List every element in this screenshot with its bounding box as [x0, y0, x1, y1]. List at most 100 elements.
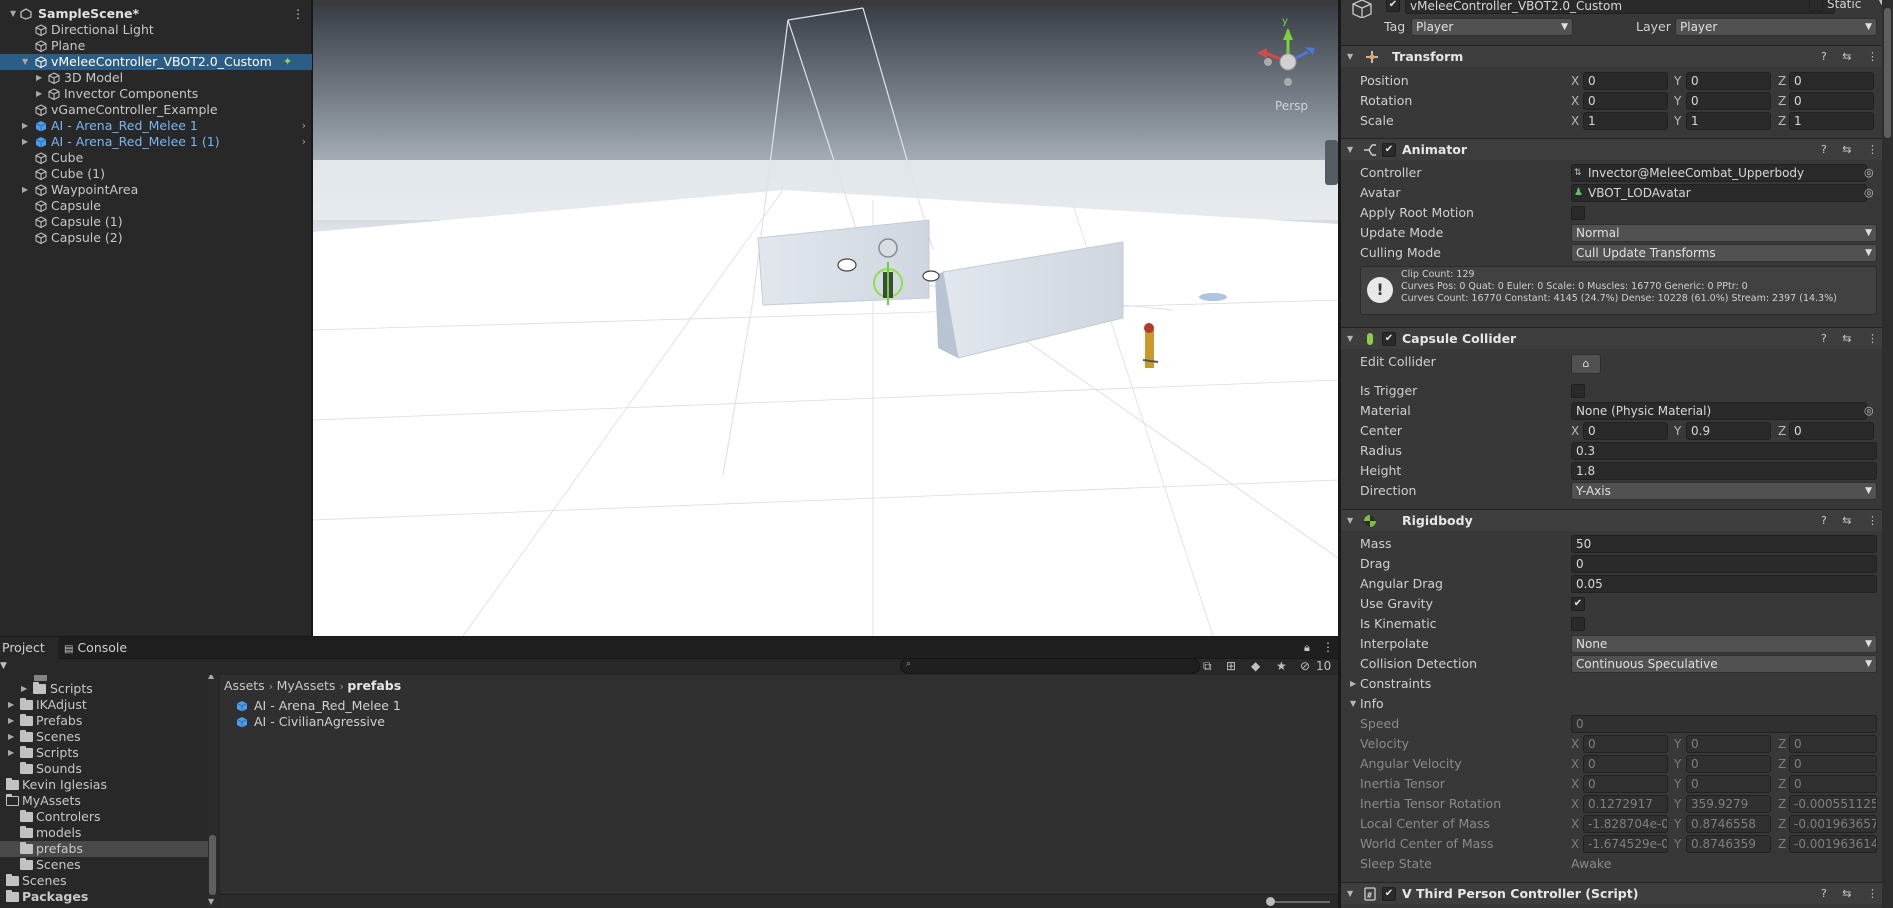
object-active-checkbox[interactable]: ✔: [1386, 0, 1400, 12]
rotation-x-field[interactable]: 0: [1583, 92, 1668, 110]
tree-item[interactable]: Sounds: [0, 761, 208, 777]
center-x-field[interactable]: 0: [1583, 422, 1668, 440]
hierarchy-item[interactable]: ▶ 3D Model: [0, 70, 312, 86]
expand-arrow-icon[interactable]: ▶: [22, 134, 28, 150]
chevron-right-icon[interactable]: ›: [302, 134, 306, 150]
tree-item[interactable]: Kevin Iglesias: [0, 777, 208, 793]
expand-arrow-icon[interactable]: ▶: [8, 745, 14, 761]
use-gravity-checkbox[interactable]: ✔: [1571, 597, 1585, 611]
is-trigger-checkbox[interactable]: [1571, 384, 1585, 398]
scene-viewport[interactable]: y Persp: [313, 0, 1338, 636]
hierarchy-item[interactable]: Capsule (2): [0, 230, 312, 246]
fold-arrow-icon[interactable]: ▼: [1347, 883, 1353, 905]
info-foldout[interactable]: ▼ Info: [1341, 694, 1881, 714]
more-menu-icon[interactable]: ⋮: [1322, 640, 1334, 654]
hierarchy-item-prefab[interactable]: ▶ AI - Arena_Red_Melee 1 ›: [0, 118, 312, 134]
collapse-arrow-icon[interactable]: ▼: [10, 6, 16, 22]
fold-arrow-icon[interactable]: ▼: [1347, 510, 1353, 532]
scale-x-field[interactable]: 1: [1583, 112, 1668, 130]
scale-z-field[interactable]: 1: [1789, 112, 1874, 130]
position-z-field[interactable]: 0: [1789, 72, 1874, 90]
tree-item[interactable]: MyAssets: [0, 793, 208, 809]
angular-drag-field[interactable]: 0.05: [1571, 575, 1877, 593]
script-enabled-checkbox[interactable]: ✔: [1382, 887, 1396, 901]
static-checkbox[interactable]: [1809, 0, 1823, 12]
scene-root-row[interactable]: ▼ SampleScene* ⋮: [0, 6, 312, 22]
tree-item-selected[interactable]: prefabs: [0, 841, 208, 857]
tree-item[interactable]: ▶ Scenes: [0, 729, 208, 745]
height-field[interactable]: 1.8: [1571, 462, 1877, 480]
culling-mode-dropdown[interactable]: Cull Update Transforms ▼: [1571, 244, 1877, 262]
favorite-star-icon[interactable]: ★: [1276, 659, 1287, 673]
is-kinematic-checkbox[interactable]: [1571, 617, 1585, 631]
scroll-up-icon[interactable]: ▲: [208, 675, 214, 680]
object-picker-icon[interactable]: ◎: [1864, 401, 1874, 421]
tree-item[interactable]: models: [0, 825, 208, 841]
tag-dropdown[interactable]: Player ▼: [1411, 18, 1573, 36]
hidden-packages-icon[interactable]: ⊘: [1300, 659, 1310, 673]
more-menu-icon[interactable]: ⋮: [292, 6, 304, 22]
tree-item[interactable]: Packages: [0, 889, 208, 905]
hierarchy-item[interactable]: Capsule (1): [0, 214, 312, 230]
component-header-icons[interactable]: ? ⇆ ⋮: [1821, 328, 1884, 350]
direction-dropdown[interactable]: Y-Axis ▼: [1571, 482, 1877, 500]
tab-console[interactable]: ▤ Console: [60, 637, 134, 659]
zoom-slider-track[interactable]: [1270, 901, 1330, 903]
rotation-z-field[interactable]: 0: [1789, 92, 1874, 110]
tree-item[interactable]: ▶ Prefabs: [0, 713, 208, 729]
zoom-slider-thumb[interactable]: [1266, 897, 1275, 906]
tree-item[interactable]: ▶ Scripts: [0, 681, 208, 697]
scrollbar-thumb[interactable]: [209, 835, 216, 895]
component-header-icons[interactable]: ? ⇆ ⋮: [1821, 510, 1884, 532]
chevron-right-icon[interactable]: ›: [302, 118, 306, 134]
asset-item[interactable]: AI - CivilianAgressive: [236, 714, 436, 730]
tab-project[interactable]: Project: [0, 637, 58, 659]
tree-item[interactable]: Scenes: [0, 857, 208, 873]
expand-arrow-icon[interactable]: ▶: [8, 713, 14, 729]
scale-y-field[interactable]: 1: [1686, 112, 1771, 130]
fold-arrow-icon[interactable]: ▼: [1347, 46, 1353, 68]
animator-enabled-checkbox[interactable]: ✔: [1382, 143, 1396, 157]
breadcrumb-item[interactable]: Assets: [224, 678, 265, 693]
interpolate-dropdown[interactable]: None ▼: [1571, 635, 1877, 653]
expand-arrow-icon[interactable]: ▶: [8, 697, 14, 713]
transform-header[interactable]: ▼ Transform ? ⇆ ⋮: [1341, 45, 1893, 67]
update-mode-dropdown[interactable]: Normal ▼: [1571, 224, 1877, 242]
animator-header[interactable]: ▼ ✔ Animator ? ⇆ ⋮: [1341, 138, 1893, 160]
capsule-enabled-checkbox[interactable]: ✔: [1382, 332, 1396, 346]
apply-root-motion-checkbox[interactable]: [1571, 206, 1585, 220]
avatar-field[interactable]: VBOT_LODAvatar: [1571, 184, 1867, 202]
persp-label[interactable]: Persp: [1275, 99, 1308, 113]
lock-icon[interactable]: 🔒︎: [1304, 641, 1310, 655]
tree-scrollbar[interactable]: ▲ ▼: [208, 675, 217, 908]
hierarchy-item[interactable]: vGameController_Example: [0, 102, 312, 118]
hierarchy-item[interactable]: Directional Light: [0, 22, 312, 38]
hierarchy-item[interactable]: ▶ Invector Components: [0, 86, 312, 102]
label-tag-icon[interactable]: ◆: [1251, 659, 1260, 673]
hierarchy-item-prefab[interactable]: ▶ AI - Arena_Red_Melee 1 (1) ›: [0, 134, 312, 150]
fold-arrow-icon[interactable]: ▼: [1347, 139, 1353, 161]
project-search-input[interactable]: ⌕: [900, 658, 1200, 674]
center-z-field[interactable]: 0: [1789, 422, 1874, 440]
expand-arrow-icon[interactable]: ▶: [8, 729, 14, 745]
hierarchy-item[interactable]: Plane: [0, 38, 312, 54]
controller-field[interactable]: Invector@MeleeCombat_Upperbody: [1571, 164, 1867, 182]
component-header-icons[interactable]: ? ⇆ ⋮: [1821, 883, 1884, 905]
hierarchy-item-selected[interactable]: ▼ vMeleeController_VBOT2.0_Custom ✦: [0, 54, 312, 70]
component-header-icons[interactable]: ? ⇆ ⋮: [1821, 46, 1884, 68]
inspector-scrollbar[interactable]: [1882, 0, 1893, 908]
mass-field[interactable]: 50: [1571, 535, 1877, 553]
fold-arrow-icon[interactable]: ▼: [1347, 328, 1353, 350]
position-x-field[interactable]: 0: [1583, 72, 1668, 90]
third-person-controller-header[interactable]: ▼ # ✔ V Third Person Controller (Script)…: [1341, 882, 1893, 904]
light-gizmo-icon[interactable]: [878, 238, 898, 258]
edit-collider-button[interactable]: ⌂: [1571, 354, 1601, 374]
collapse-arrow-icon[interactable]: ▼: [22, 54, 28, 70]
search-by-label-icon[interactable]: ⊞: [1226, 659, 1236, 673]
overlay-toggle-button[interactable]: [1325, 140, 1338, 185]
constraints-foldout[interactable]: ▶ Constraints: [1341, 674, 1881, 694]
collision-detection-dropdown[interactable]: Continuous Speculative ▼: [1571, 655, 1877, 673]
drag-field[interactable]: 0: [1571, 555, 1877, 573]
hierarchy-item[interactable]: ▶ WaypointArea: [0, 182, 312, 198]
tree-item[interactable]: ▶ IKAdjust: [0, 697, 208, 713]
